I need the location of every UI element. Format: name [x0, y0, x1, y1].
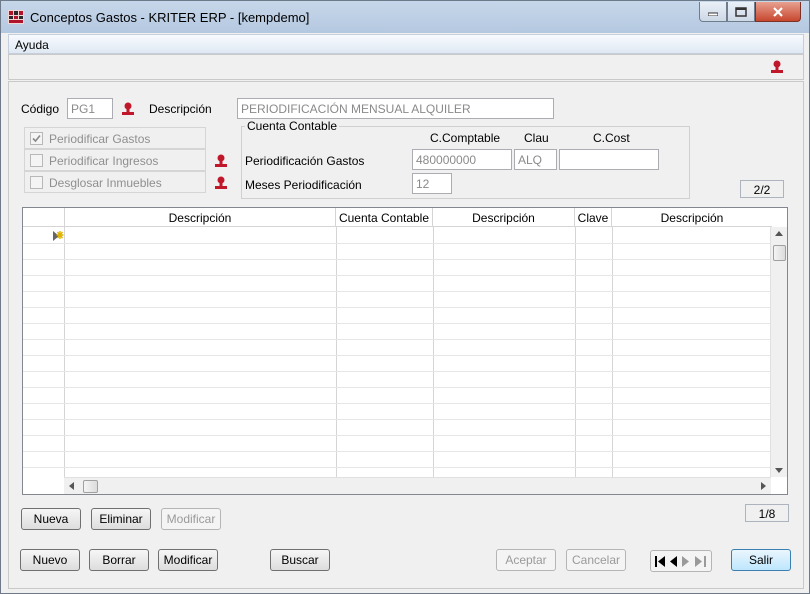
col-descripcion-2[interactable]: Descripción [433, 208, 575, 227]
check-periodificar-ingresos[interactable]: Periodificar Ingresos [24, 149, 206, 171]
title-bar[interactable]: Conceptos Gastos - KRITER ERP - [kempdem… [1, 1, 809, 33]
new-row-icon [53, 231, 64, 241]
col-cuenta-contable[interactable]: Cuenta Contable [336, 208, 433, 227]
codigo-label: Código [21, 102, 60, 116]
form-area: Código PG1 Descripción PERIODIFICACIÓN M… [8, 81, 804, 589]
vertical-scroll-thumb[interactable] [773, 245, 786, 261]
col-clave[interactable]: Clave [575, 208, 612, 227]
window-title: Conceptos Gastos - KRITER ERP - [kempdem… [30, 10, 310, 25]
check-label: Desglosar Inmuebles [49, 176, 162, 190]
ccomptable-field[interactable]: 480000000 [412, 149, 512, 170]
borrar-button[interactable]: Borrar [89, 549, 149, 571]
record-counter: 2/2 [740, 180, 784, 198]
minimize-button[interactable] [699, 2, 727, 22]
aceptar-button[interactable]: Aceptar [496, 549, 556, 571]
restore-button[interactable] [727, 2, 755, 22]
descripcion-label: Descripción [149, 102, 212, 116]
col-header-ccomptable: C.Comptable [430, 131, 501, 145]
restore-icon [735, 6, 747, 17]
modificar-line-button[interactable]: Modificar [161, 508, 221, 530]
periodificacion-gastos-label: Periodificación Gastos [245, 154, 365, 168]
buscar-button[interactable]: Buscar [270, 549, 330, 571]
modificar-button[interactable]: Modificar [158, 549, 218, 571]
cancelar-button[interactable]: Cancelar [566, 549, 626, 571]
menu-bar: Ayuda [8, 34, 804, 54]
checkbox[interactable] [30, 154, 43, 167]
help-icon[interactable] [120, 102, 136, 116]
close-button[interactable] [755, 2, 801, 22]
vertical-scrollbar[interactable] [770, 227, 787, 477]
close-icon [773, 6, 783, 17]
horizontal-scroll-thumb[interactable] [83, 480, 98, 493]
help-icon[interactable] [769, 60, 785, 74]
toolbar [8, 54, 804, 80]
scroll-right-icon[interactable] [761, 482, 766, 490]
clau-field[interactable]: ALQ [514, 149, 557, 170]
checkbox[interactable] [30, 132, 43, 145]
first-record-icon[interactable] [655, 556, 666, 567]
help-icon[interactable] [213, 176, 229, 190]
scroll-up-icon[interactable] [775, 231, 783, 236]
scroll-left-icon[interactable] [69, 482, 74, 490]
help-icon[interactable] [213, 154, 229, 168]
minimize-icon [708, 12, 718, 16]
check-desglosar-inmuebles[interactable]: Desglosar Inmuebles [24, 171, 206, 193]
col-header-ccost: C.Cost [593, 131, 630, 145]
col-descripcion-3[interactable]: Descripción [612, 208, 772, 227]
col-header-clau: Clau [524, 131, 549, 145]
check-label: Periodificar Ingresos [49, 154, 159, 168]
last-record-icon[interactable] [695, 556, 706, 567]
row-header-col [23, 208, 65, 227]
descripcion-field[interactable]: PERIODIFICACIÓN MENSUAL ALQUILER [237, 98, 554, 119]
eliminar-button[interactable]: Eliminar [91, 508, 151, 530]
cuenta-contable-group: Cuenta Contable C.Comptable Clau C.Cost … [241, 119, 690, 199]
ccost-field[interactable] [559, 149, 659, 170]
app-window: Conceptos Gastos - KRITER ERP - [kempdem… [0, 0, 810, 594]
nueva-button[interactable]: Nueva [21, 508, 81, 530]
salir-button[interactable]: Salir [731, 549, 791, 571]
nuevo-button[interactable]: Nuevo [20, 549, 80, 571]
record-navigator [650, 550, 712, 572]
prev-record-icon[interactable] [669, 556, 677, 567]
scroll-down-icon[interactable] [775, 468, 783, 473]
horizontal-scrollbar[interactable] [64, 477, 771, 494]
detail-grid[interactable]: Descripción Cuenta Contable Descripción … [22, 207, 788, 495]
check-label: Periodificar Gastos [49, 132, 151, 146]
col-descripcion-1[interactable]: Descripción [65, 208, 336, 227]
meses-label: Meses Periodificación [245, 178, 362, 192]
row-counter: 1/8 [745, 504, 789, 522]
checkbox[interactable] [30, 176, 43, 189]
checkmark-icon [32, 134, 41, 143]
check-periodificar-gastos[interactable]: Periodificar Gastos [24, 127, 206, 149]
app-icon [8, 10, 24, 24]
grid-header: Descripción Cuenta Contable Descripción … [23, 208, 772, 227]
codigo-field[interactable]: PG1 [67, 98, 113, 119]
menu-ayuda[interactable]: Ayuda [15, 38, 49, 52]
group-legend: Cuenta Contable [245, 119, 340, 133]
meses-field[interactable]: 12 [412, 173, 452, 194]
next-record-icon[interactable] [682, 556, 690, 567]
